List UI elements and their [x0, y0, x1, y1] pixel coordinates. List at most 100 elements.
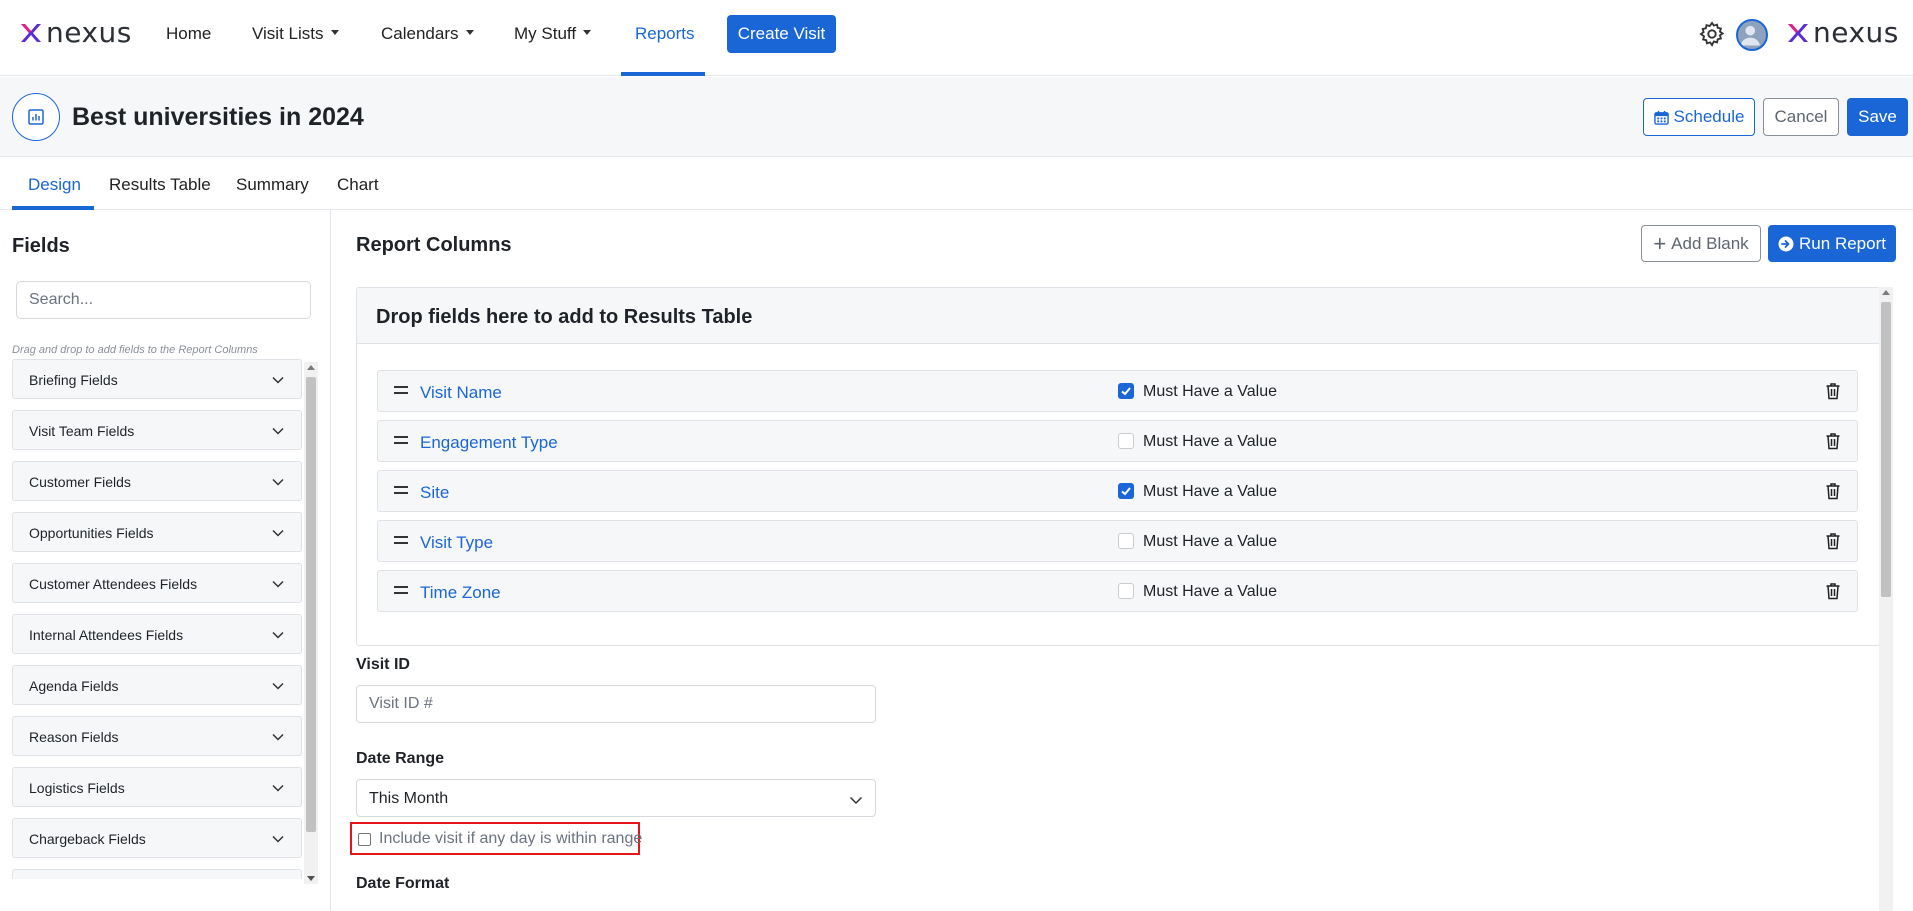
nav-visit-lists-label: Visit Lists [252, 24, 324, 43]
cancel-button[interactable]: Cancel [1763, 98, 1839, 136]
must-have-value-checkbox[interactable] [1118, 483, 1134, 499]
nav-reports[interactable]: Reports [635, 23, 695, 45]
save-button[interactable]: Save [1847, 98, 1908, 136]
add-blank-button[interactable]: + Add Blank [1641, 225, 1761, 262]
report-design-main: Report Columns + Add Blank Run Report Dr… [332, 210, 1913, 911]
nexus-logo-right: nexus [1785, 18, 1899, 48]
trash-icon[interactable] [1825, 532, 1841, 550]
fields-scroll-thumb[interactable] [306, 377, 316, 832]
include-visit-checkbox[interactable] [358, 833, 371, 846]
report-column-row[interactable]: Visit Type Must Have a Value [377, 520, 1858, 562]
field-group-partial[interactable] [12, 869, 302, 879]
page-title: Best universities in 2024 [72, 103, 364, 131]
field-group-chargeback[interactable]: Chargeback Fields [12, 818, 302, 858]
drag-handle-icon[interactable] [394, 586, 408, 596]
fields-panel: Fields Drag and drop to add fields to th… [0, 210, 331, 911]
tab-chart[interactable]: Chart [337, 175, 379, 195]
tab-results-table[interactable]: Results Table [109, 175, 211, 195]
date-range-select[interactable]: This Month [356, 779, 876, 817]
main-scrollbar[interactable] [1879, 287, 1893, 911]
include-visit-option[interactable]: Include visit if any day is within range [350, 822, 642, 855]
field-group-visit-team[interactable]: Visit Team Fields [12, 410, 302, 450]
chevron-down-icon [272, 580, 284, 588]
nav-visit-lists[interactable]: Visit Lists [252, 23, 339, 45]
run-report-button[interactable]: Run Report [1768, 225, 1896, 262]
scroll-down-arrow-icon[interactable] [307, 876, 315, 881]
drag-handle-icon[interactable] [394, 436, 408, 446]
report-column-row[interactable]: Site Must Have a Value [377, 470, 1858, 512]
gear-icon[interactable] [1698, 20, 1726, 48]
chevron-down-icon [272, 478, 284, 486]
field-group-briefing[interactable]: Briefing Fields [12, 359, 302, 399]
date-format-label: Date Format [356, 875, 450, 892]
field-group-label: Customer Attendees Fields [29, 576, 198, 592]
fields-title: Fields [12, 235, 70, 257]
report-columns-title: Report Columns [356, 234, 512, 256]
report-column-row[interactable]: Time Zone Must Have a Value [377, 570, 1858, 612]
drag-handle-icon[interactable] [394, 386, 408, 396]
must-have-value-checkbox[interactable] [1118, 433, 1134, 449]
tab-design[interactable]: Design [28, 175, 81, 195]
trash-icon[interactable] [1825, 382, 1841, 400]
report-column-row[interactable]: Engagement Type Must Have a Value [377, 420, 1858, 462]
tab-summary[interactable]: Summary [236, 175, 309, 195]
nav-home[interactable]: Home [166, 23, 211, 45]
create-visit-button[interactable]: Create Visit [727, 15, 836, 53]
field-group-label: Customer Fields [29, 474, 131, 490]
must-have-value-label: Must Have a Value [1143, 433, 1277, 450]
column-name[interactable]: Engagement Type [420, 433, 558, 453]
scroll-up-arrow-icon[interactable] [307, 365, 315, 370]
drag-handle-icon[interactable] [394, 536, 408, 546]
schedule-button[interactable]: Schedule [1643, 98, 1755, 136]
chevron-down-icon [272, 784, 284, 792]
field-group-logistics[interactable]: Logistics Fields [12, 767, 302, 807]
trash-icon[interactable] [1825, 432, 1841, 450]
column-name[interactable]: Time Zone [420, 583, 501, 603]
column-name[interactable]: Site [420, 483, 449, 503]
nav-my-stuff[interactable]: My Stuff [514, 23, 592, 45]
nav-calendars[interactable]: Calendars [381, 23, 474, 45]
fields-search-input[interactable] [16, 281, 311, 319]
report-header: Best universities in 2024 Schedule Cance… [0, 77, 1913, 157]
field-group-customer[interactable]: Customer Fields [12, 461, 302, 501]
trash-icon[interactable] [1825, 482, 1841, 500]
must-have-value-label: Must Have a Value [1143, 383, 1277, 400]
field-group-label: Chargeback Fields [29, 831, 146, 847]
drop-zone-title: Drop fields here to add to Results Table [376, 306, 753, 328]
user-avatar[interactable] [1736, 19, 1768, 51]
drag-handle-icon[interactable] [394, 486, 408, 496]
run-report-label: Run Report [1799, 233, 1886, 253]
chevron-down-icon [272, 631, 284, 639]
chevron-down-icon [272, 835, 284, 843]
column-name[interactable]: Visit Name [420, 383, 502, 403]
field-group-label: Briefing Fields [29, 372, 118, 388]
field-group-label: Agenda Fields [29, 678, 119, 694]
must-have-value-label: Must Have a Value [1143, 483, 1277, 500]
scroll-up-arrow-icon[interactable] [1882, 290, 1890, 295]
arrow-circle-right-icon [1778, 236, 1794, 251]
schedule-label: Schedule [1673, 107, 1745, 126]
field-group-opportunities[interactable]: Opportunities Fields [12, 512, 302, 552]
must-have-value-checkbox[interactable] [1118, 383, 1134, 399]
include-visit-label[interactable]: Include visit if any day is within range [379, 830, 642, 848]
must-have-value-checkbox[interactable] [1118, 583, 1134, 599]
field-group-reason[interactable]: Reason Fields [12, 716, 302, 756]
plus-icon: + [1653, 231, 1667, 256]
trash-icon[interactable] [1825, 582, 1841, 600]
fields-scrollbar[interactable] [304, 362, 318, 884]
field-group-internal-attendees[interactable]: Internal Attendees Fields [12, 614, 302, 654]
visit-id-input[interactable] [356, 685, 876, 723]
person-icon [1740, 25, 1760, 46]
field-group-label: Reason Fields [29, 729, 119, 745]
check-icon [1121, 487, 1131, 496]
main-scroll-thumb[interactable] [1881, 302, 1891, 597]
field-group-label: Logistics Fields [29, 780, 125, 796]
field-group-customer-attendees[interactable]: Customer Attendees Fields [12, 563, 302, 603]
must-have-value-checkbox[interactable] [1118, 533, 1134, 549]
chevron-down-icon [272, 427, 284, 435]
nexus-logo[interactable]: nexus [18, 18, 132, 48]
report-column-row[interactable]: Visit Name Must Have a Value [377, 370, 1858, 412]
results-drop-zone[interactable]: Drop fields here to add to Results Table… [356, 287, 1880, 646]
field-group-agenda[interactable]: Agenda Fields [12, 665, 302, 705]
column-name[interactable]: Visit Type [420, 533, 493, 553]
